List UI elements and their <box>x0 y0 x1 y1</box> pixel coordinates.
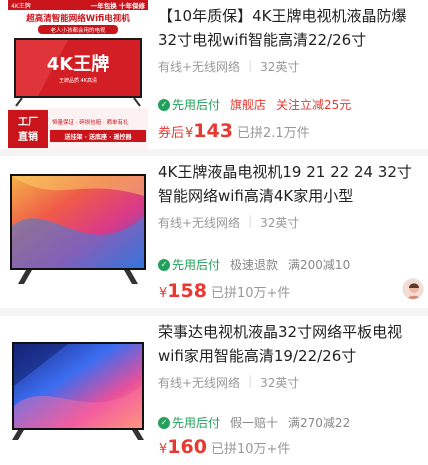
card-separator <box>0 149 428 156</box>
pay-later-icon: ✓ <box>158 416 170 429</box>
tag-discount: 满200减10 <box>288 258 351 272</box>
product-card-1[interactable]: 4K王牌 一年包换 十年保修 超高清智能网络Wifi电视机 老人小孩都会用的电视… <box>0 0 428 150</box>
card-separator <box>0 308 428 316</box>
product-price-3: ¥ 160 已拼10万+件 <box>159 436 291 458</box>
product-thumbnail-1[interactable]: 4K王牌 一年包换 十年保修 超高清智能网络Wifi电视机 老人小孩都会用的电视… <box>8 0 148 150</box>
thumb-factory-1: 工厂 <box>18 116 38 128</box>
spec-size: 32英寸 <box>260 376 300 390</box>
tag-discount: 关注立减25元 <box>276 98 352 112</box>
product-specs-2: 有线+无线网络 | 32英寸 <box>158 214 420 231</box>
product-specs-3: 有线+无线网络 | 32英寸 <box>158 374 420 391</box>
product-title-2[interactable]: 4K王牌液晶电视机19 21 22 24 32寸智能网络wifi高清4K家用小型 <box>158 160 420 208</box>
product-tags-2: ✓ 先用后付 极速退款 满200减10 <box>158 256 350 273</box>
thumb-perks-2: 送挂架 · 送底座 · 遥控器 <box>64 133 133 141</box>
pay-later-icon: ✓ <box>158 98 170 111</box>
tag-discount: 满270减22 <box>288 416 351 430</box>
thumb-subline: 老人小孩都会用的电视 <box>50 26 106 34</box>
tag-guarantee: 假一赔十 <box>230 416 279 430</box>
product-thumbnail-2[interactable] <box>8 156 148 306</box>
product-title-3[interactable]: 荣事达电视机液晶32寸网络平板电视wifi家用智能高清19/22/26寸 <box>158 320 420 368</box>
product-price-1: 券后 ¥ 143 已拼2.1万件 <box>158 120 310 142</box>
tag-refund: 极速退款 <box>230 258 279 272</box>
pay-later-icon: ✓ <box>158 258 170 271</box>
thumb-logo-sub: 王牌品质 4K高清 <box>59 77 97 84</box>
thumb-logo: 4K王牌 <box>47 53 109 75</box>
thumb-headline: 超高清智能网络Wifi电视机 <box>25 13 130 24</box>
product-tags-3: ✓ 先用后付 假一赔十 满270减22 <box>158 414 350 431</box>
user-avatar[interactable] <box>402 278 424 300</box>
thumb-factory-2: 直销 <box>18 130 38 143</box>
product-thumbnail-3[interactable] <box>8 316 148 465</box>
product-title-1[interactable]: 【10年质保】4K王牌电视机液晶防爆32寸电视wifi智能高清22/26寸 <box>158 4 420 52</box>
thumb-banner: 一年包换 十年保修 <box>91 1 146 10</box>
thumb-brand: 4K王牌 <box>11 2 31 10</box>
spec-network: 有线+无线网络 <box>158 376 241 390</box>
tag-flagship: 旗舰店 <box>230 98 267 112</box>
product-card-3[interactable]: 荣事达电视机液晶32寸网络平板电视wifi家用智能高清19/22/26寸 有线+… <box>0 316 428 465</box>
product-card-2[interactable]: 4K王牌液晶电视机19 21 22 24 32寸智能网络wifi高清4K家用小型… <box>0 156 428 308</box>
product-specs-1: 有线+无线网络 | 32英寸 <box>158 58 420 75</box>
thumb-perks-1: 恒量保证 · 碎损包赔 · 晒单有礼 <box>52 118 129 126</box>
product-price-2: ¥ 158 已拼10万+件 <box>159 280 291 302</box>
spec-network: 有线+无线网络 <box>158 60 241 74</box>
spec-size: 32英寸 <box>260 216 300 230</box>
spec-size: 32英寸 <box>260 60 300 74</box>
product-tags-1: ✓ 先用后付 旗舰店 关注立减25元 <box>158 96 351 113</box>
spec-network: 有线+无线网络 <box>158 216 241 230</box>
